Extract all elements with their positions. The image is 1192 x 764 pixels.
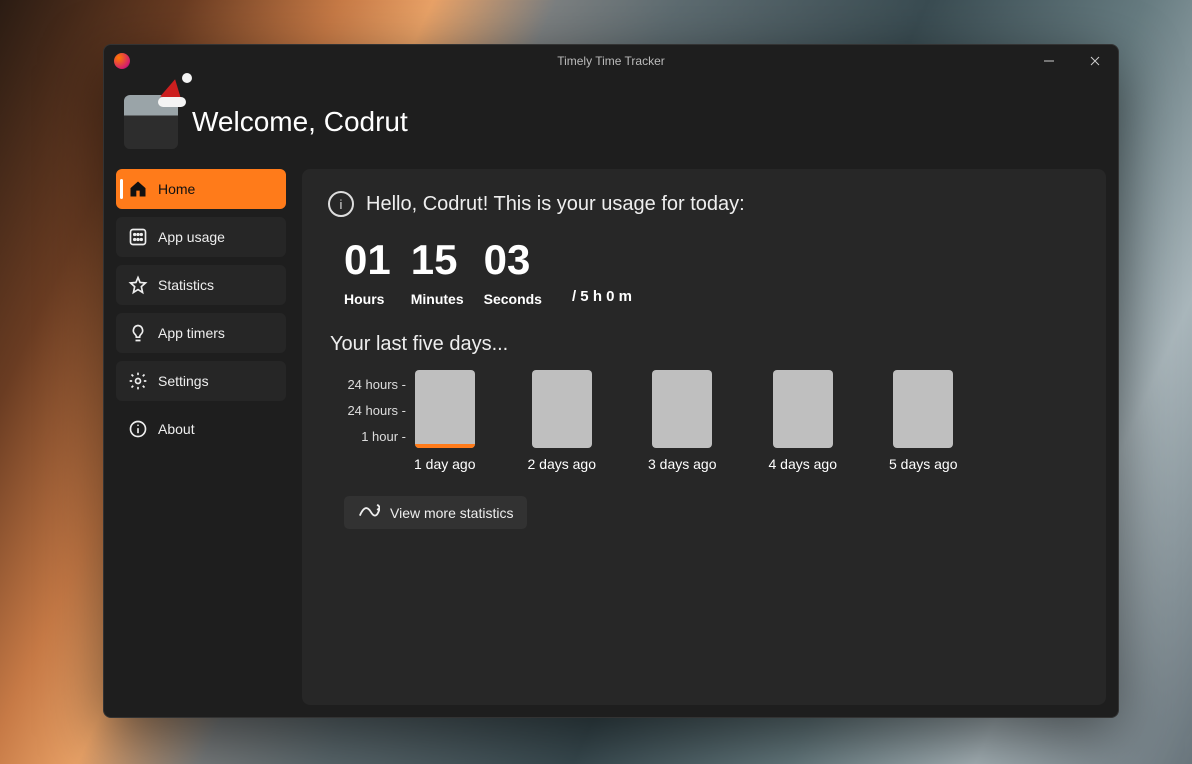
window-controls	[1026, 45, 1118, 77]
close-button[interactable]	[1072, 45, 1118, 77]
sidebar-item-statistics[interactable]: Statistics	[116, 265, 286, 305]
sidebar-item-label: Home	[158, 181, 195, 197]
bar-caption: 3 days ago	[648, 456, 717, 472]
usage-minutes-label: Minutes	[411, 291, 464, 307]
welcome-text: Welcome, Codrut	[192, 106, 408, 138]
sidebar-item-label: About	[158, 421, 195, 437]
sidebar-item-app-usage[interactable]: App usage	[116, 217, 286, 257]
trend-icon	[358, 504, 380, 521]
usage-minutes: 15 Minutes	[411, 239, 464, 307]
minimize-icon	[1044, 56, 1054, 66]
chart-y-axis: 24 hours - 24 hours - 1 hour -	[328, 370, 406, 472]
window-title: Timely Time Tracker	[104, 54, 1118, 68]
desktop-wallpaper: Timely Time Tracker Welcome, C	[0, 0, 1192, 764]
usage-hours-value: 01	[344, 239, 391, 281]
content-panel: i Hello, Codrut! This is your usage for …	[302, 169, 1106, 705]
greeting-text: Hello, Codrut! This is your usage for to…	[366, 193, 745, 216]
santa-hat-icon	[158, 77, 192, 107]
bar-caption: 5 days ago	[889, 456, 958, 472]
bar-slot	[893, 370, 953, 448]
close-icon	[1090, 56, 1100, 66]
bar-fill	[415, 444, 475, 448]
sidebar-item-home[interactable]: Home	[116, 169, 286, 209]
grid-icon	[128, 227, 148, 247]
sidebar-item-label: App usage	[158, 229, 225, 245]
sidebar-item-about[interactable]: About	[116, 409, 286, 449]
usage-seconds: 03 Seconds	[484, 239, 542, 307]
y-tick: 1 hour -	[361, 424, 406, 450]
app-window: Timely Time Tracker Welcome, C	[103, 44, 1119, 718]
titlebar: Timely Time Tracker	[104, 45, 1118, 77]
bar-caption: 1 day ago	[414, 456, 476, 472]
star-icon	[128, 275, 148, 295]
app-icon	[114, 53, 130, 69]
minimize-button[interactable]	[1026, 45, 1072, 77]
chart-bars: 1 day ago 2 days ago 3 days ago 4 days ago 5…	[414, 370, 958, 472]
chart-bar: 3 days ago	[648, 370, 717, 472]
home-icon	[128, 179, 148, 199]
welcome-header: Welcome, Codrut	[116, 77, 1106, 169]
y-tick: 24 hours -	[347, 398, 406, 424]
gear-icon	[128, 371, 148, 391]
usage-today: 01 Hours 15 Minutes 03 Seconds / 5 h 0 m	[328, 239, 1080, 307]
view-more-statistics-button[interactable]: View more statistics	[344, 496, 527, 529]
usage-hours: 01 Hours	[344, 239, 391, 307]
usage-seconds-label: Seconds	[484, 291, 542, 307]
usage-seconds-value: 03	[484, 239, 531, 281]
info-icon	[128, 419, 148, 439]
bar-slot	[773, 370, 833, 448]
greeting-line: i Hello, Codrut! This is your usage for …	[328, 191, 1080, 217]
usage-minutes-value: 15	[411, 239, 458, 281]
info-icon: i	[328, 191, 354, 217]
sidebar: Home App usage	[116, 169, 286, 705]
sidebar-item-label: Settings	[158, 373, 209, 389]
y-tick: 24 hours -	[347, 372, 406, 398]
usage-limit: / 5 h 0 m	[572, 288, 632, 307]
history-chart: 24 hours - 24 hours - 1 hour - 1 day ago…	[328, 370, 1080, 472]
history-title: Your last five days...	[330, 333, 1080, 356]
usage-hours-label: Hours	[344, 291, 384, 307]
chart-bar: 5 days ago	[889, 370, 958, 472]
bar-caption: 4 days ago	[769, 456, 838, 472]
chart-bar: 2 days ago	[528, 370, 597, 472]
bulb-icon	[128, 323, 148, 343]
sidebar-item-app-timers[interactable]: App timers	[116, 313, 286, 353]
chart-bar: 1 day ago	[414, 370, 476, 472]
sidebar-item-settings[interactable]: Settings	[116, 361, 286, 401]
sidebar-item-label: App timers	[158, 325, 225, 341]
chart-bar: 4 days ago	[769, 370, 838, 472]
bar-slot	[415, 370, 475, 448]
bar-slot	[532, 370, 592, 448]
bar-slot	[652, 370, 712, 448]
sidebar-item-label: Statistics	[158, 277, 214, 293]
view-more-label: View more statistics	[390, 505, 513, 521]
avatar-wrap	[124, 95, 178, 149]
bar-caption: 2 days ago	[528, 456, 597, 472]
